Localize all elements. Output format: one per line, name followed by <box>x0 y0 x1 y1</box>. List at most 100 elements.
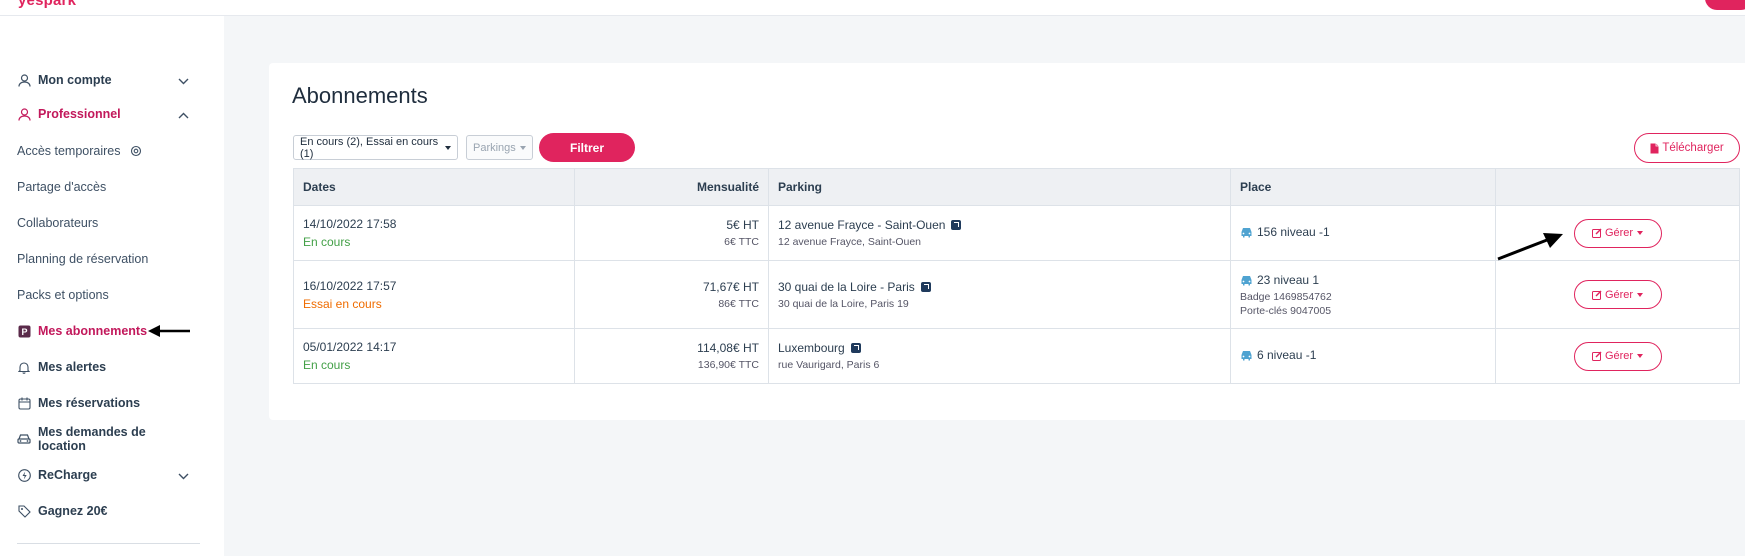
sidebar-item-packs-options[interactable]: Packs et options <box>17 285 195 305</box>
bolt-icon <box>17 468 31 482</box>
pdf-file-icon <box>1650 143 1659 154</box>
edit-icon <box>1591 228 1602 238</box>
caret-down-icon <box>445 145 451 150</box>
external-link-icon[interactable] <box>850 343 861 353</box>
manage-button-label: Gérer <box>1604 350 1634 362</box>
gear-icon <box>130 145 142 157</box>
subscriptions-table: Dates Mensualité Parking Place 14/10/202… <box>293 168 1740 384</box>
parking-address: 30 quai de la Loire, Paris 19 <box>778 297 909 310</box>
date-cell: 05/01/2022 14:17 En cours <box>293 328 575 384</box>
date-cell: 14/10/2022 17:58 En cours <box>293 205 575 261</box>
chevron-down-icon[interactable] <box>178 469 189 483</box>
parking-cell: 30 quai de la Loire - Paris 30 quai de l… <box>768 260 1231 329</box>
price-ttc: 86€ TTC <box>718 297 759 310</box>
car-icon <box>1240 275 1253 289</box>
parking-address: rue Vaurigard, Paris 6 <box>778 359 880 371</box>
svg-text:P: P <box>21 327 27 337</box>
sidebar-item-collaborateurs[interactable]: Collaborateurs <box>17 213 195 233</box>
date-value: 05/01/2022 14:17 <box>303 340 397 354</box>
price-cell: 5€ HT 6€ TTC <box>574 205 769 261</box>
car-icon <box>1240 350 1253 364</box>
sidebar-item-label: Mes alertes <box>38 360 107 374</box>
place-value: 23 niveau 1 <box>1257 272 1320 287</box>
sidebar-item-label: Accès temporaires <box>17 144 121 158</box>
parking-address: 12 avenue Frayce, Saint-Ouen <box>778 236 922 248</box>
sidebar-item-label: Collaborateurs <box>17 216 99 230</box>
parking-name-link[interactable]: 30 quai de la Loire - Paris <box>778 280 915 294</box>
price-ht: 114,08€ HT <box>697 341 759 355</box>
column-header-dates[interactable]: Dates <box>293 168 575 206</box>
sidebar-item-mon-compte[interactable]: Mon compte <box>17 70 195 90</box>
place-cell: 6 niveau -1 <box>1230 328 1496 384</box>
sidebar-item-label: Partage d'accès <box>17 180 107 194</box>
column-header-parking[interactable]: Parking <box>768 168 1231 206</box>
filter-button[interactable]: Filtrer <box>539 133 635 162</box>
action-cell: Gérer <box>1495 328 1740 384</box>
place-cell: 23 niveau 1 Badge 1469854762 Porte-clés … <box>1230 260 1496 329</box>
sidebar-item-mes-reservations[interactable]: Mes réservations <box>17 393 195 413</box>
parkings-filter-select[interactable]: Parkings <box>466 135 533 160</box>
external-link-icon[interactable] <box>920 281 931 292</box>
sidebar-item-acces-temporaires[interactable]: Accès temporaires <box>17 141 195 161</box>
sidebar-item-label: Mes réservations <box>38 396 141 410</box>
status-filter-value: En cours (2), Essai en cours (1) <box>300 135 439 160</box>
external-link-icon[interactable] <box>951 220 962 230</box>
sidebar-item-planning-reservation[interactable]: Planning de réservation <box>17 249 195 269</box>
price-cell: 71,67€ HT 86€ TTC <box>574 260 769 329</box>
price-ttc: 136,90€ TTC <box>697 359 759 371</box>
sidebar-item-mes-alertes[interactable]: Mes alertes <box>17 357 195 377</box>
manage-button[interactable]: Gérer <box>1573 280 1662 309</box>
sidebar-item-professionnel[interactable]: Professionnel <box>17 104 195 124</box>
sidebar-item-partage-acces[interactable]: Partage d'accès <box>17 177 195 197</box>
column-header-mensualite[interactable]: Mensualité <box>574 168 769 206</box>
download-button-label: Télécharger <box>1662 142 1724 154</box>
chevron-up-icon[interactable] <box>178 108 189 122</box>
column-header-place[interactable]: Place <box>1230 168 1496 206</box>
sidebar-divider <box>17 543 200 544</box>
bell-icon <box>17 360 31 374</box>
sidebar-item-label: ReCharge <box>38 468 98 482</box>
caret-down-icon <box>519 145 526 150</box>
caret-down-icon <box>1637 231 1644 235</box>
status-filter-select[interactable]: En cours (2), Essai en cours (1) <box>293 135 458 160</box>
app-logo[interactable]: yespark <box>18 0 76 9</box>
sidebar: Mon compte Professionnel Accès temporair… <box>0 16 224 556</box>
manage-button-label: Gérer <box>1604 288 1634 301</box>
place-value: 6 niveau -1 <box>1257 348 1317 362</box>
parking-name-link[interactable]: 12 avenue Frayce - Saint-Ouen <box>778 218 945 232</box>
edit-icon <box>1591 351 1602 361</box>
parking-icon: P <box>17 324 31 338</box>
table-header-row: Dates Mensualité Parking Place <box>293 168 1740 206</box>
download-button[interactable]: Télécharger <box>1634 133 1740 163</box>
car-icon <box>17 432 31 446</box>
status-badge: Essai en cours <box>303 296 382 311</box>
manage-button[interactable]: Gérer <box>1573 341 1662 371</box>
top-action-button[interactable] <box>1705 0 1745 10</box>
sidebar-item-label: Mon compte <box>38 73 112 87</box>
price-ttc: 6€ TTC <box>724 236 759 248</box>
price-cell: 114,08€ HT 136,90€ TTC <box>574 328 769 384</box>
user-icon <box>17 73 31 87</box>
chevron-down-icon[interactable] <box>178 74 189 88</box>
price-ht: 5€ HT <box>726 218 759 232</box>
sidebar-item-mes-demandes-location[interactable]: Mes demandes de location <box>17 425 195 453</box>
annotation-arrow-left <box>148 325 190 337</box>
sidebar-item-label: Planning de réservation <box>17 252 149 266</box>
manage-button-label: Gérer <box>1604 227 1634 239</box>
date-value: 16/10/2022 17:57 <box>303 278 397 293</box>
badge-number: Badge 1469854762 <box>1240 290 1332 303</box>
edit-icon <box>1591 290 1602 300</box>
parking-cell: Luxembourg rue Vaurigard, Paris 6 <box>768 328 1231 384</box>
parkings-filter-value: Parkings <box>473 141 516 154</box>
column-header-actions <box>1495 168 1740 206</box>
tag-icon <box>17 504 31 518</box>
top-bar: yespark <box>0 0 1745 16</box>
sidebar-item-recharge[interactable]: ReCharge <box>17 465 195 485</box>
page-title: Abonnements <box>292 83 428 108</box>
manage-button[interactable]: Gérer <box>1573 218 1662 248</box>
calendar-icon <box>17 396 31 410</box>
parking-name-link[interactable]: Luxembourg <box>778 341 845 355</box>
caret-down-icon <box>1637 292 1644 297</box>
sidebar-item-gagnez[interactable]: Gagnez 20€ <box>17 501 195 521</box>
sidebar-item-label: Mes demandes de location <box>38 425 146 453</box>
